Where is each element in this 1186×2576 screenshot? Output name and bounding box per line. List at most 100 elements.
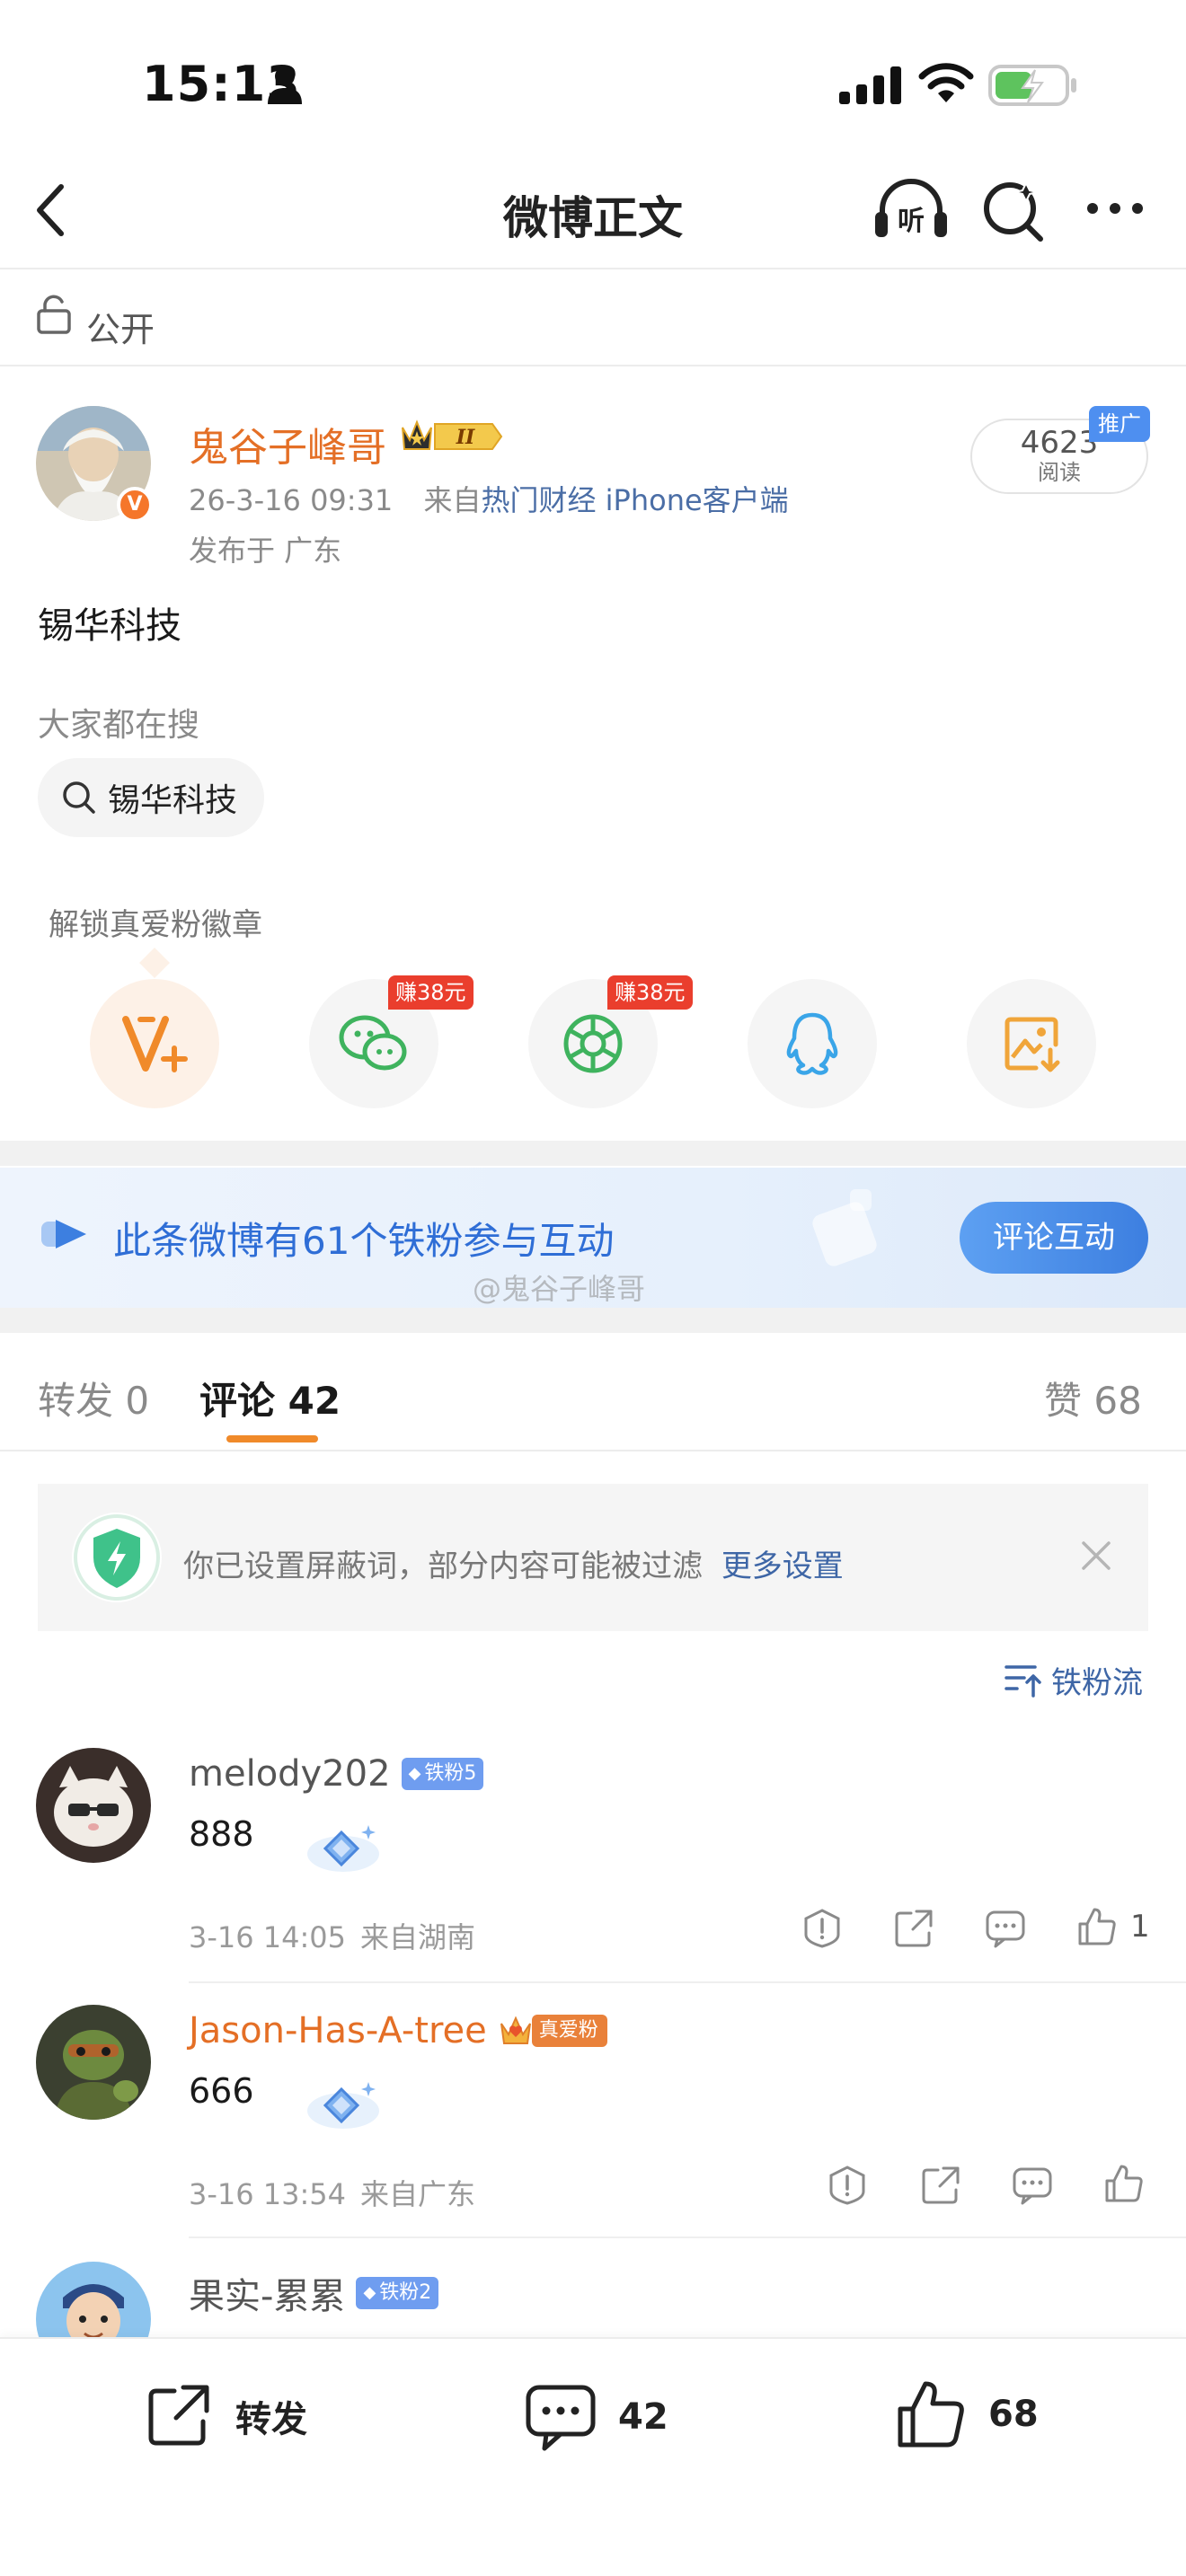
comment-time: 3-16 14:05 [189,1920,347,1954]
tabs-divider [0,1450,1186,1451]
tab-active-indicator [226,1435,318,1442]
signal-icon [839,66,902,108]
trending-search-chip[interactable]: 锡华科技 [38,758,265,837]
tab-comments[interactable]: 评论 42 [199,1371,341,1425]
svg-text:听: 听 [898,206,925,237]
comment-interact-button[interactable]: 评论互动 [960,1202,1148,1274]
repost-button[interactable]: 转发 [144,2382,307,2450]
visibility-divider [0,365,1186,366]
sort-label: 铁粉流 [1051,1665,1143,1701]
more-icon[interactable] [1084,199,1146,221]
filter-notice-text: 你已设置屏蔽词，部分内容可能被过滤 更多设置 [183,1541,844,1585]
bottom-action-bar: 转发 42 68 [0,2337,1186,2576]
post-source[interactable]: 热门财经 iPhone客户端 [481,483,788,517]
earn-tag-wechat: 赚38元 [388,975,474,1010]
search-icon[interactable] [981,178,1048,248]
more-settings-link[interactable]: 更多设置 [721,1548,844,1584]
banner-decoration-icon [812,1189,877,1266]
close-icon[interactable] [1078,1538,1114,1577]
repost-icon [148,2385,209,2446]
moments-icon [563,1014,623,1073]
comment-like-button[interactable]: 1 [1076,1906,1150,1947]
reply-icon[interactable] [985,1908,1026,1953]
nav-divider [0,268,1186,269]
post-text: 锡华科技 [38,605,181,647]
unlock-icon [36,295,72,338]
comment-location: 来自湖南 [360,1920,476,1954]
love-fan-crown-icon [500,2016,531,2044]
like-count: 68 [988,2394,1039,2435]
comment-avatar[interactable] [36,1748,151,1863]
person-icon [266,65,304,108]
tab-repost[interactable]: 转发 0 [38,1371,149,1425]
sort-icon [1005,1664,1041,1698]
comment-header: 果实-累累 ◆ 铁粉2 [189,2267,439,2319]
source-prefix: 来自 [423,483,482,517]
verified-badge: V [117,487,153,523]
thumbs-up-icon [898,2381,964,2448]
iron-fan-badge: ◆ 铁粉2 [356,2277,439,2309]
comment-like-count: 1 [1130,1909,1150,1945]
comment-time: 3-16 13:54 [189,2177,347,2211]
battery-icon [988,63,1078,111]
comment-text: 666 [189,2071,254,2111]
v-plus-button[interactable] [90,979,219,1108]
comment-author[interactable]: Jason-Has-A-tree [189,2010,487,2051]
fan-play-icon [41,1220,86,1248]
comment-meta: 3-16 14:05 来自湖南 [189,1915,475,1956]
comment-header: melody202 ◆ 铁粉5 [189,1753,484,1795]
post-date: 26-3-16 09:31 [189,483,394,517]
v-plus-icon [122,1016,188,1072]
save-image-icon [1005,1017,1060,1072]
shield-icon [72,1513,162,1602]
tab-likes[interactable]: 赞 68 [1044,1371,1142,1425]
trending-search-label: 大家都在搜 [38,707,200,744]
comment-header: Jason-Has-A-tree 真爱粉 [189,2010,607,2051]
comment-count: 42 [618,2396,668,2438]
trending-search-text: 锡华科技 [108,782,238,819]
reply-icon[interactable] [1012,2165,1053,2210]
visibility-label: 公开 [86,310,155,349]
member-crown-badge[interactable]: II [399,415,503,462]
comment-icon [526,2385,596,2451]
comment-author[interactable]: 果实-累累 [189,2267,345,2319]
filter-message: 你已设置屏蔽词，部分内容可能被过滤 [183,1548,703,1584]
comment-like-button[interactable] [1103,2163,1145,2208]
love-fan-badge: 真爱粉 [531,2015,607,2047]
report-icon[interactable] [801,1908,843,1953]
post-location: 发布于 广东 [189,534,342,568]
comment-text: 888 [189,1814,254,1854]
report-icon[interactable] [827,2165,868,2210]
listen-button[interactable]: 听 [873,178,949,244]
comment-divider [189,2236,1186,2238]
comment-location: 来自广东 [360,2177,476,2211]
read-label: 阅读 [1038,460,1081,485]
svg-text:II: II [456,426,475,449]
post-meta: 26-3-16 09:31 来自热门财经 iPhone客户端 [189,478,789,519]
share-qq-button[interactable] [748,979,877,1108]
share-comment-icon[interactable] [920,2165,961,2210]
thumbs-up-icon [1078,1908,1116,1945]
author-name[interactable]: 鬼谷子峰哥 [189,415,386,472]
wechat-icon [339,1015,407,1071]
promote-tag: 推广 [1089,406,1150,442]
comment-author[interactable]: melody202 [189,1753,391,1795]
iron-fan-text: 此条微博有61个铁粉参与互动 [113,1219,615,1263]
search-icon [63,781,95,814]
comment-divider [189,1981,1186,1983]
share-comment-icon[interactable] [893,1908,934,1953]
earn-tag-moments: 赚38元 [607,975,693,1010]
section-divider-2 [0,1308,1186,1333]
unlock-pointer [139,948,170,978]
sort-button[interactable]: 铁粉流 [1005,1658,1143,1702]
section-divider [0,1141,1186,1166]
thumbs-up-icon [1105,2165,1143,2202]
qq-icon [786,1012,838,1075]
diamond-sticker-icon [305,1814,381,1883]
save-image-button[interactable] [967,979,1096,1108]
comment-button[interactable]: 42 [525,2382,668,2452]
comment-avatar[interactable] [36,2005,151,2120]
like-button[interactable]: 68 [895,2378,1039,2450]
watermark: @鬼谷子峰哥 [473,1272,646,1306]
repost-label: 转发 [235,2399,307,2440]
